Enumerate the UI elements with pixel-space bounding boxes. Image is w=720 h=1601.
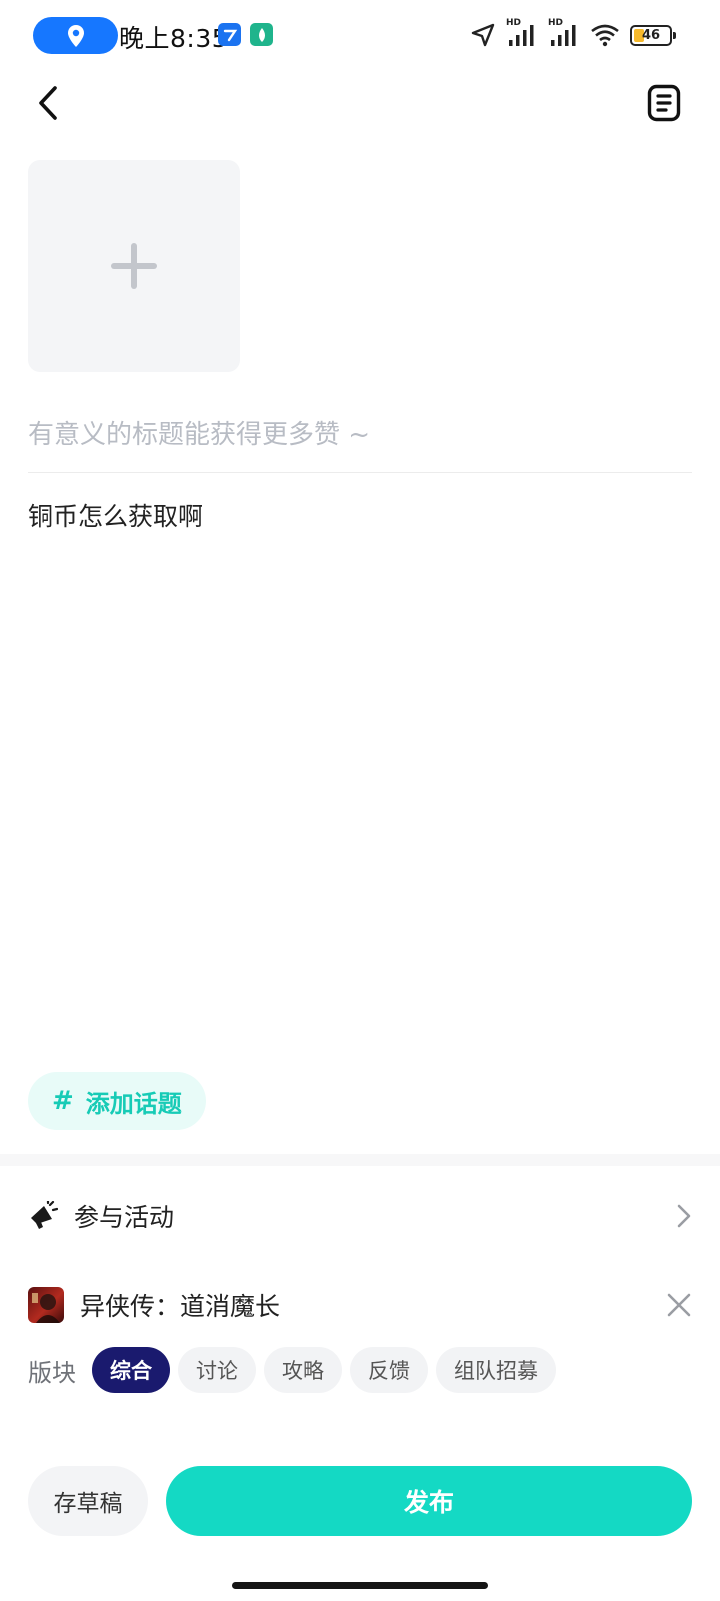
status-bar: 晚上8:35 HD HD 46 bbox=[0, 0, 720, 70]
chevron-right-icon bbox=[677, 1204, 691, 1228]
navigation-arrow-icon bbox=[471, 23, 495, 47]
location-pin-icon bbox=[67, 24, 84, 47]
body-input[interactable]: 铜币怎么获取啊 bbox=[28, 495, 692, 539]
section-separator bbox=[0, 1154, 720, 1166]
app-notification-icon bbox=[218, 23, 241, 46]
add-topic-label: 添加话题 bbox=[85, 1089, 182, 1118]
post-editor-screen: 晚上8:35 HD HD 46 有意义的标题能获得更多赞 ~ 铜币怎么获取啊 #… bbox=[0, 0, 720, 1601]
home-indicator[interactable] bbox=[232, 1582, 488, 1589]
plus-icon bbox=[111, 243, 157, 289]
signal-icon-1: HD bbox=[506, 18, 538, 48]
board-tab-team-recruit[interactable]: 组队招募 bbox=[436, 1347, 556, 1393]
board-selector: 版块 综合 讨论 攻略 反馈 组队招募 bbox=[28, 1346, 692, 1394]
hash-icon: # bbox=[52, 1086, 74, 1116]
status-time: 晚上8:35 bbox=[119, 24, 229, 53]
drafts-button[interactable] bbox=[644, 82, 684, 124]
location-pill[interactable] bbox=[33, 17, 118, 54]
board-tab-general[interactable]: 综合 bbox=[92, 1347, 170, 1393]
megaphone-icon bbox=[31, 1201, 58, 1229]
battery-icon: 46 bbox=[630, 24, 676, 46]
save-draft-button[interactable]: 存草稿 bbox=[28, 1466, 148, 1536]
status-indicators: HD HD 46 bbox=[470, 18, 676, 50]
game-avatar bbox=[28, 1287, 64, 1323]
close-icon[interactable] bbox=[666, 1292, 692, 1318]
chevron-left-icon bbox=[39, 86, 57, 120]
publish-button[interactable]: 发布 bbox=[166, 1466, 692, 1536]
board-tab-feedback[interactable]: 反馈 bbox=[350, 1347, 428, 1393]
board-tab-guide[interactable]: 攻略 bbox=[264, 1347, 342, 1393]
wifi-icon bbox=[591, 24, 619, 47]
board-tab-discussion[interactable]: 讨论 bbox=[178, 1347, 256, 1393]
add-topic-button[interactable]: # 添加话题 bbox=[28, 1072, 206, 1130]
signal-icon-2: HD bbox=[548, 18, 580, 48]
join-activity-row[interactable]: 参与活动 bbox=[28, 1186, 692, 1246]
document-icon bbox=[647, 84, 681, 122]
game-name: 异侠传：道消魔长 bbox=[80, 1292, 281, 1321]
board-label: 版块 bbox=[28, 1358, 76, 1387]
app-notification-icon-2 bbox=[250, 23, 273, 46]
add-image-button[interactable] bbox=[28, 160, 240, 372]
join-activity-label: 参与活动 bbox=[74, 1203, 175, 1232]
selected-game-row: 异侠传：道消魔长 bbox=[28, 1280, 692, 1330]
title-divider bbox=[28, 472, 692, 473]
title-input[interactable]: 有意义的标题能获得更多赞 ~ bbox=[28, 410, 692, 460]
back-button[interactable] bbox=[28, 80, 68, 126]
